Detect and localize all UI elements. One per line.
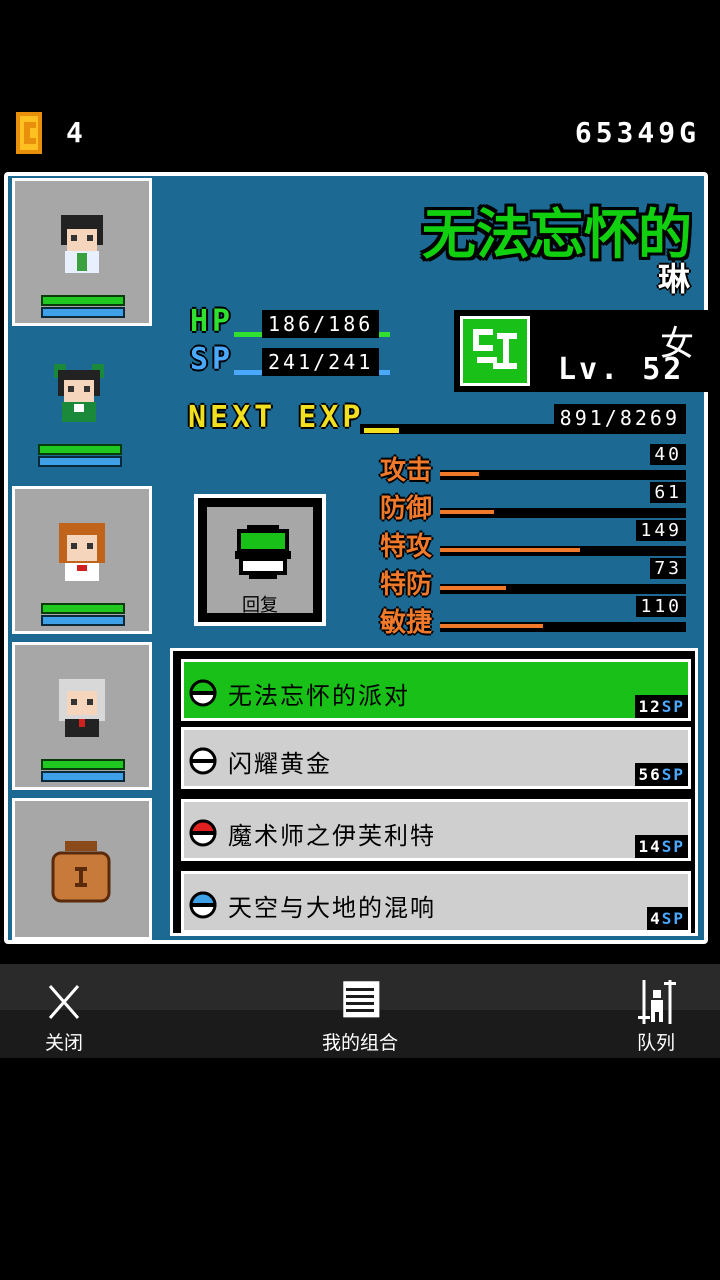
sp-value: 241/241 — [262, 348, 380, 376]
stat-bar — [440, 546, 686, 556]
stat-value: 73 — [650, 558, 686, 579]
leaf-glyph-icon — [473, 329, 517, 369]
stat-name: 特攻 — [380, 532, 433, 562]
hp-value: 186/186 — [262, 310, 380, 338]
skill-name: 闪耀黄金 — [228, 750, 332, 778]
stat-bar-fill — [440, 548, 581, 552]
skill-item[interactable]: 闪耀黄金 56SP — [181, 727, 691, 789]
skill-cost-value: 12 — [638, 697, 662, 716]
list-icon — [343, 981, 380, 1018]
skill-item[interactable]: 魔术师之伊芙利特 14SP — [181, 799, 691, 861]
party-button[interactable]: 队列 — [596, 974, 716, 1058]
skill-cost-unit: SP — [661, 909, 685, 928]
skill-name: 无法忘怀的派对 — [228, 682, 410, 710]
roster-slot-1[interactable] — [12, 178, 152, 326]
character-portrait — [61, 215, 103, 273]
character-portrait — [54, 364, 104, 422]
sp-bar — [41, 615, 125, 626]
skill-sp-cost: 4SP — [647, 907, 688, 930]
stat-value: 40 — [650, 444, 686, 465]
close-icon — [48, 985, 80, 1019]
stat-name: 防御 — [380, 494, 433, 524]
hp-bar — [38, 444, 122, 455]
sp-bar — [41, 771, 125, 782]
sp-bar — [38, 456, 122, 467]
item-bag-slot[interactable] — [12, 798, 152, 940]
skill-name: 魔术师之伊芙利特 — [228, 822, 436, 850]
gold-amount: 65349G — [574, 116, 700, 149]
party-label: 队列 — [636, 1032, 675, 1054]
my-combos-button[interactable]: 我的组合 — [300, 974, 420, 1058]
stat-name: 攻击 — [380, 456, 433, 486]
coin-count: 4 — [66, 116, 85, 149]
recover-ball-icon — [235, 525, 291, 579]
coin-icon — [16, 112, 42, 154]
close-button[interactable]: 关闭 — [4, 974, 124, 1058]
my-combos-label: 我的组合 — [321, 1032, 398, 1054]
skill-item[interactable]: 天空与大地的混响 4SP — [181, 871, 691, 933]
hp-bar — [41, 759, 125, 770]
close-label: 关闭 — [44, 1032, 83, 1054]
stat-bar — [440, 622, 686, 632]
next-exp-label: NEXT EXP — [188, 400, 365, 435]
roster-slot-4[interactable] — [12, 642, 152, 790]
recover-label: 回复 — [242, 595, 278, 616]
skill-cost-value: 4 — [650, 909, 662, 928]
character-portrait — [59, 523, 105, 581]
skill-sp-cost: 14SP — [635, 835, 688, 858]
roster-slot-2-selected[interactable] — [12, 330, 152, 478]
stat-bar-fill — [440, 586, 507, 590]
stat-special-attack: 特攻 149 — [380, 520, 686, 562]
character-name: 琳 — [657, 260, 690, 298]
stat-bar — [440, 470, 686, 480]
stat-name: 特防 — [380, 570, 433, 600]
stat-agility: 敏捷 110 — [380, 596, 686, 638]
skill-cost-value: 14 — [638, 837, 662, 856]
character-title: 无法忘怀的 — [422, 203, 692, 266]
element-type-icon — [460, 316, 530, 386]
skill-ball-icon — [189, 747, 217, 775]
roster-slot-3[interactable] — [12, 486, 152, 634]
skill-name: 天空与大地的混响 — [228, 894, 436, 922]
stat-attack: 攻击 40 — [380, 444, 686, 486]
recover-button[interactable]: 回复 — [194, 494, 326, 626]
stat-bar-fill — [440, 472, 480, 476]
stat-value: 110 — [636, 596, 686, 617]
level-label: Lv. 52 — [558, 352, 685, 387]
exp-bar-fill — [364, 428, 399, 433]
stat-bar — [440, 584, 686, 594]
stat-bar-fill — [440, 510, 495, 514]
stat-bar — [440, 508, 686, 518]
character-portrait — [59, 679, 105, 737]
skill-cost-unit: SP — [661, 697, 685, 716]
skill-ball-icon — [189, 679, 217, 707]
recover-button-face: 回复 — [204, 504, 316, 616]
skill-list: 无法忘怀的派对 12SP 闪耀黄金 56SP 魔术师之伊芙利特 14SP 天空与… — [170, 648, 698, 936]
sp-label: SP — [190, 342, 235, 377]
exp-value: 891/8269 — [553, 404, 686, 432]
hp-bar — [41, 295, 125, 306]
skill-cost-unit: SP — [661, 765, 685, 784]
stat-special-defense: 特防 73 — [380, 558, 686, 600]
party-formation-icon — [638, 980, 676, 1024]
hp-label: HP — [190, 304, 235, 339]
stat-defense: 防御 61 — [380, 482, 686, 524]
skill-sp-cost: 12SP — [635, 695, 688, 718]
skill-ball-icon — [189, 819, 217, 847]
bag-icon — [51, 841, 111, 903]
hp-bar — [41, 603, 125, 614]
skill-sp-cost: 56SP — [635, 763, 688, 786]
skill-cost-unit: SP — [661, 837, 685, 856]
stat-value: 149 — [636, 520, 686, 541]
stat-bar-fill — [440, 624, 544, 628]
skill-ball-icon — [189, 891, 217, 919]
stat-value: 61 — [650, 482, 686, 503]
sp-bar — [41, 307, 125, 318]
skill-item[interactable]: 无法忘怀的派对 12SP — [181, 659, 691, 721]
party-roster — [8, 176, 154, 940]
skill-cost-value: 56 — [638, 765, 662, 784]
stat-name: 敏捷 — [380, 608, 433, 638]
